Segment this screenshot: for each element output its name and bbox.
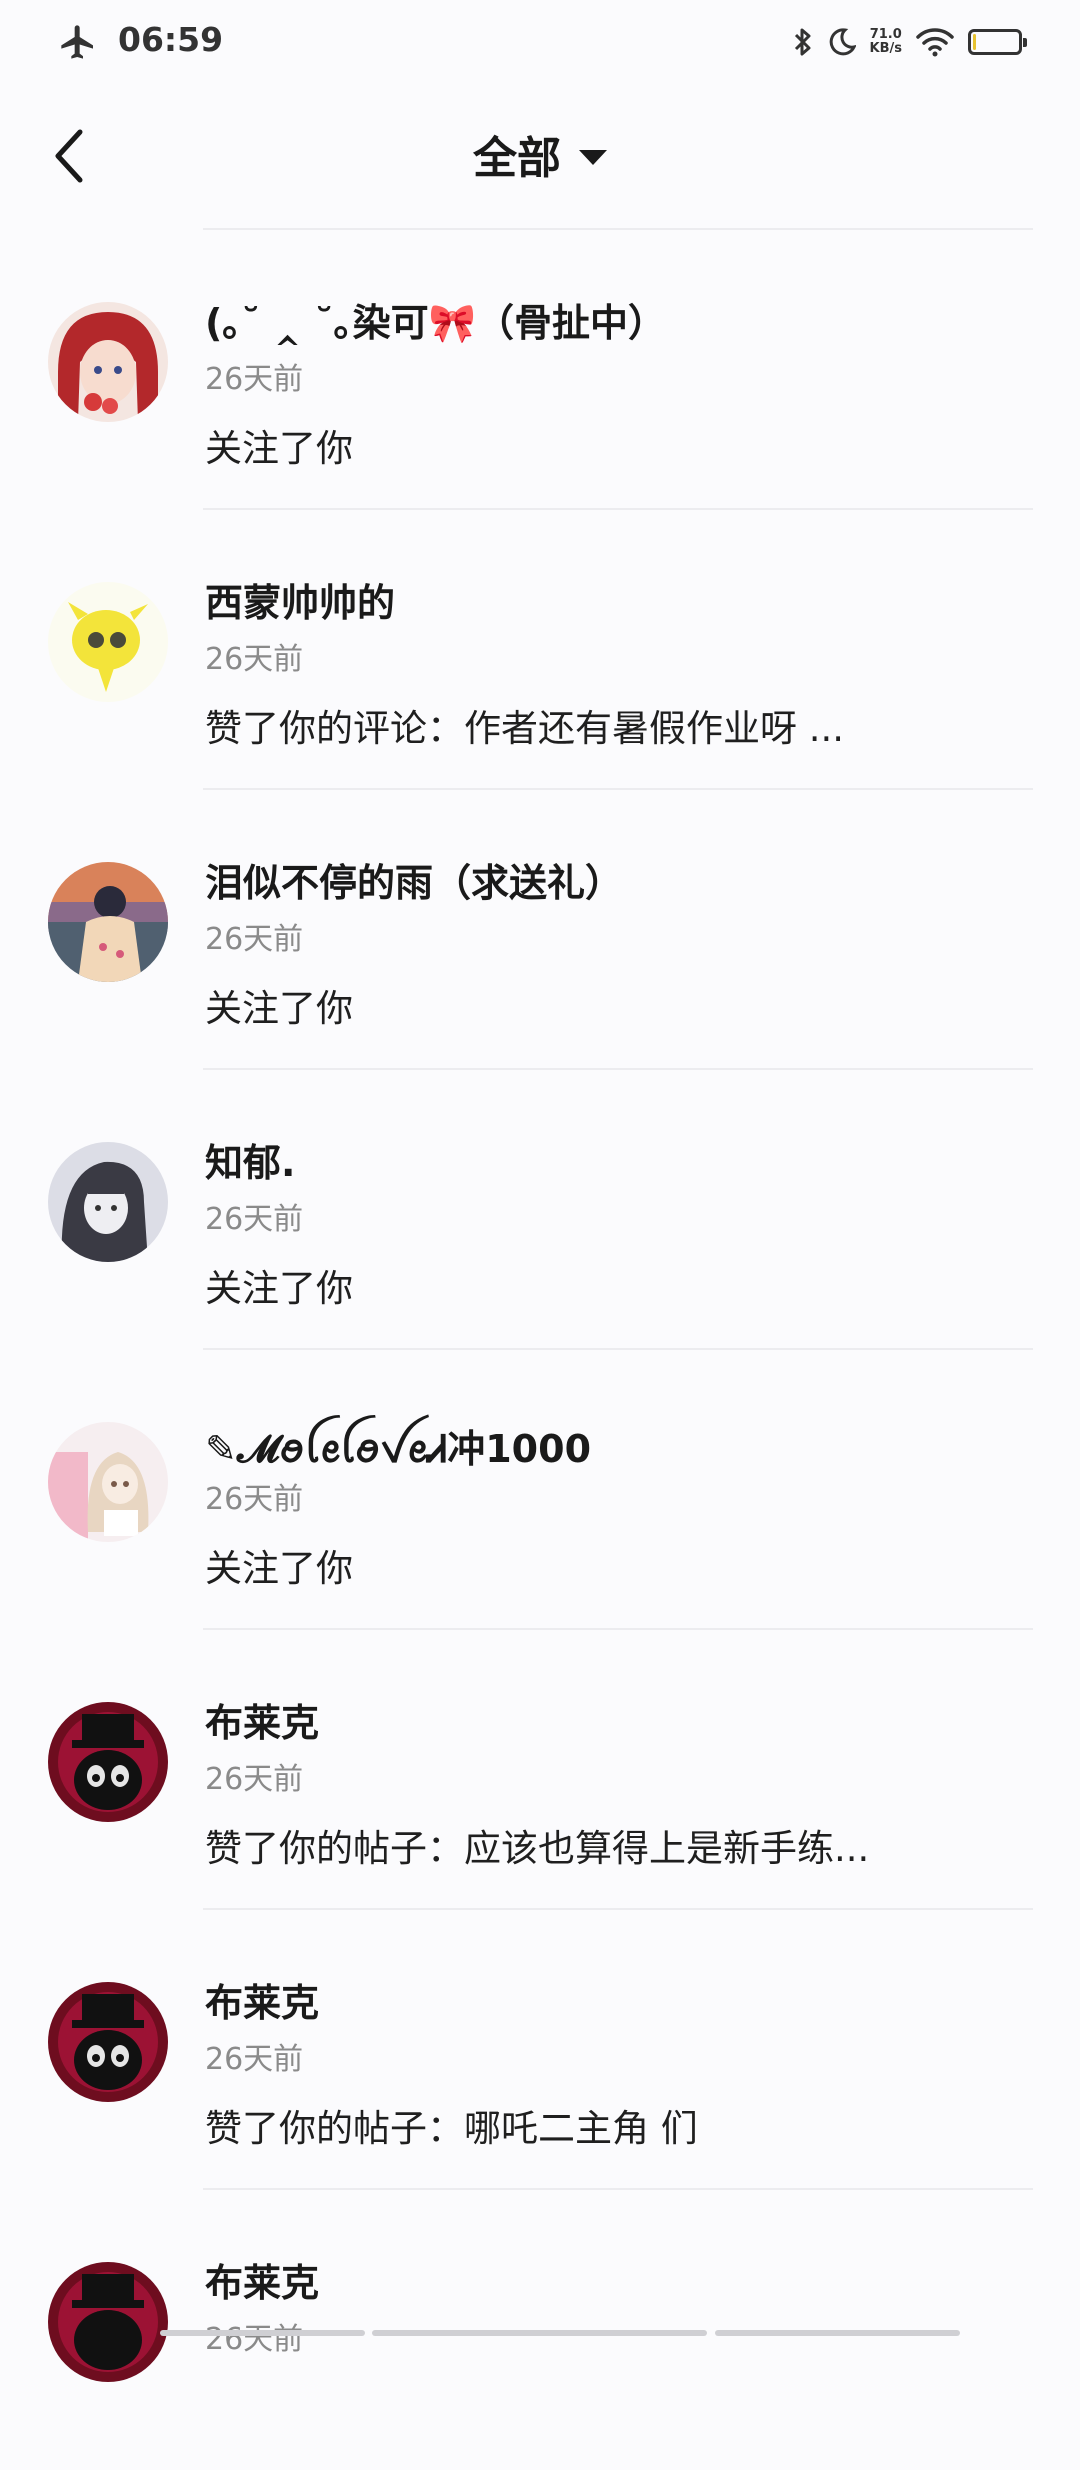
user-name[interactable]: (｡˘ ‸ ˘｡染可🎀（骨扯中） — [205, 292, 666, 347]
user-name[interactable]: 泪似不停的雨（求送礼） — [205, 852, 623, 907]
scroll-indicator — [372, 2330, 707, 2336]
user-name[interactable]: 知郁. — [205, 1132, 295, 1187]
notification-text: 关注了你 — [205, 427, 353, 470]
avatar[interactable] — [48, 1142, 168, 1262]
notification-time: 26天前 — [205, 1762, 304, 1797]
avatar[interactable] — [48, 1702, 168, 1822]
status-icons: 71.0 KB/s — [792, 22, 1027, 62]
notification-item[interactable]: 知郁. 26天前 关注了你 — [0, 1070, 1080, 1350]
notification-time: 26天前 — [205, 362, 304, 397]
notification-text: 关注了你 — [205, 987, 353, 1030]
scroll-indicator — [160, 2330, 365, 2336]
notification-time: 26天前 — [205, 642, 304, 677]
notification-time: 26天前 — [205, 1482, 304, 1517]
avatar[interactable] — [48, 1982, 168, 2102]
notification-time: 26天前 — [205, 1202, 304, 1237]
page-title: 全部 — [473, 133, 561, 184]
notification-item[interactable]: ✎𝓜ꪮꪶꫀꪶꪮꪜꫀᏗ冲1000 26天前 关注了你 — [0, 1350, 1080, 1630]
notification-item[interactable]: 布莱克 26天前 赞了你的帖子：哪吒二主角 们 — [0, 1910, 1080, 2190]
status-time: 06:59 — [118, 20, 224, 59]
avatar[interactable] — [48, 862, 168, 982]
avatar[interactable] — [48, 2262, 168, 2382]
moon-icon — [829, 28, 856, 56]
net-speed: 71.0 KB/s — [870, 28, 902, 56]
user-name[interactable]: 布莱克 — [205, 1972, 319, 2027]
top-nav-bar: 全部 — [0, 100, 1080, 210]
notification-time: 26天前 — [205, 2322, 304, 2357]
notification-list: (｡˘ ‸ ˘｡染可🎀（骨扯中） 26天前 关注了你 西蒙帅帅的 26天前 赞了… — [0, 230, 1080, 2470]
notification-item[interactable]: 西蒙帅帅的 26天前 赞了你的评论：作者还有暑假作业呀 ... — [0, 510, 1080, 790]
notification-time: 26天前 — [205, 922, 304, 957]
notification-time: 26天前 — [205, 2042, 304, 2077]
notification-text: 赞了你的帖子：哪吒二主角 们 — [205, 2107, 698, 2150]
scroll-indicator — [715, 2330, 960, 2336]
notification-text: 关注了你 — [205, 1547, 353, 1590]
notification-item[interactable]: 布莱克 26天前 赞了你的帖子：应该也算得上是新手练... — [0, 1630, 1080, 1910]
bluetooth-icon — [794, 28, 811, 56]
caret-down-icon — [579, 149, 607, 165]
avatar[interactable] — [48, 1422, 168, 1542]
net-speed-value: 71.0 — [869, 27, 902, 42]
filter-dropdown[interactable]: 全部 — [0, 122, 1080, 186]
battery-icon — [968, 29, 1027, 55]
net-speed-unit: KB/s — [869, 41, 902, 56]
wifi-icon — [916, 28, 954, 57]
notification-text: 关注了你 — [205, 1267, 353, 1310]
avatar[interactable] — [48, 582, 168, 702]
airplane-icon — [61, 25, 93, 59]
notification-item[interactable]: 泪似不停的雨（求送礼） 26天前 关注了你 — [0, 790, 1080, 1070]
user-name[interactable]: 西蒙帅帅的 — [205, 572, 395, 627]
notification-text: 赞了你的帖子：应该也算得上是新手练... — [205, 1827, 870, 1870]
avatar[interactable] — [48, 302, 168, 422]
status-bar: 06:59 71.0 KB/s — [0, 0, 1080, 80]
user-name[interactable]: 布莱克 — [205, 2252, 319, 2307]
notification-text: 赞了你的评论：作者还有暑假作业呀 ... — [205, 707, 845, 750]
user-name[interactable]: 布莱克 — [205, 1692, 319, 1747]
notification-item[interactable]: (｡˘ ‸ ˘｡染可🎀（骨扯中） 26天前 关注了你 — [0, 230, 1080, 510]
